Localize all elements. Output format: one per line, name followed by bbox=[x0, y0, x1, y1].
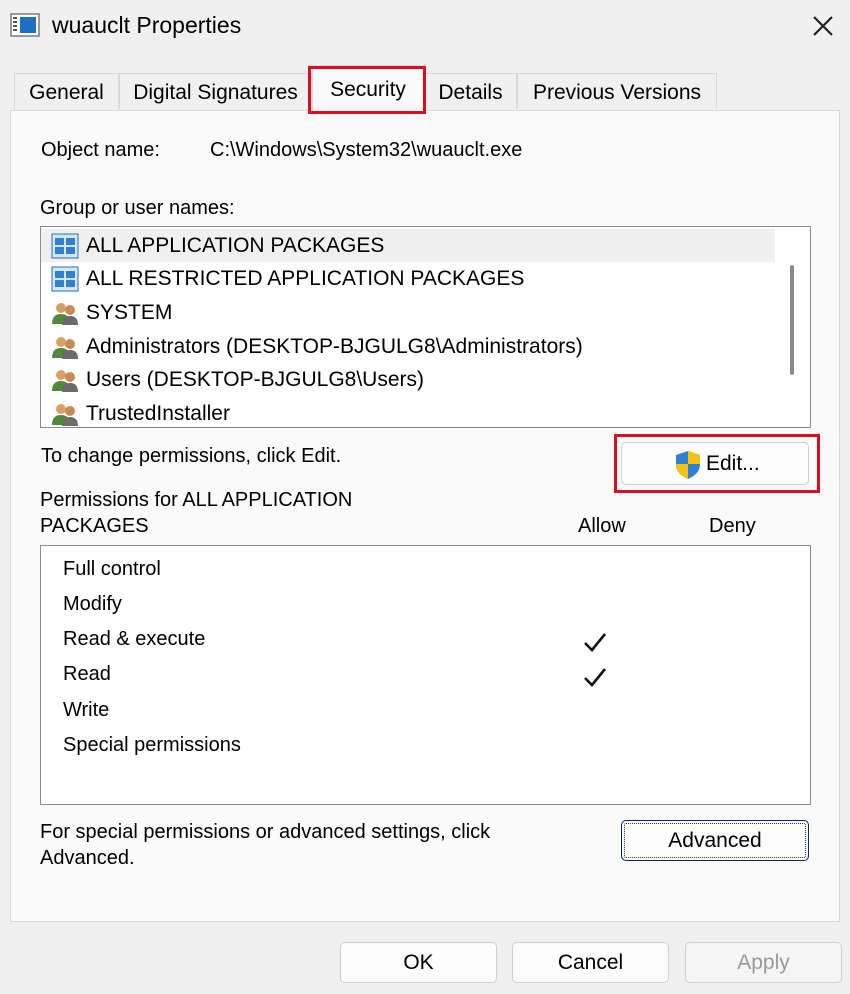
group-user-names-label: Group or user names: bbox=[40, 197, 235, 219]
users-group-icon bbox=[51, 401, 79, 427]
read-execute-allow-check-icon bbox=[581, 628, 609, 656]
apply-button[interactable]: Apply bbox=[685, 942, 842, 983]
advanced-hint-line1: For special permissions or advanced sett… bbox=[40, 821, 491, 843]
edit-button[interactable]: Edit... bbox=[621, 442, 809, 485]
users-group-icon bbox=[51, 300, 79, 326]
list-item-label: Users (DESKTOP-BJGULG8\Users) bbox=[86, 368, 424, 391]
tab-details[interactable]: Details bbox=[424, 73, 517, 109]
app-packages-icon bbox=[51, 233, 79, 259]
title-bar: wuauclt Properties bbox=[0, 0, 850, 52]
permission-special: Special permissions bbox=[63, 734, 241, 756]
app-packages-icon bbox=[51, 266, 79, 292]
allow-column-header: Allow bbox=[578, 515, 626, 537]
group-user-list[interactable]: ALL APPLICATION PACKAGES ALL RESTRICTED … bbox=[40, 226, 811, 428]
permission-full-control: Full control bbox=[63, 558, 161, 580]
tab-previous-versions[interactable]: Previous Versions bbox=[517, 73, 717, 109]
list-item-label: Administrators (DESKTOP-BJGULG8\Administ… bbox=[86, 335, 583, 358]
scrollbar-thumb[interactable] bbox=[790, 265, 794, 375]
list-item[interactable]: Users (DESKTOP-BJGULG8\Users) bbox=[41, 363, 775, 396]
cancel-button[interactable]: Cancel bbox=[512, 942, 669, 983]
list-item-label: ALL RESTRICTED APPLICATION PACKAGES bbox=[86, 267, 525, 290]
advanced-button[interactable]: Advanced bbox=[621, 820, 809, 861]
close-icon[interactable] bbox=[805, 8, 841, 44]
list-item[interactable]: ALL RESTRICTED APPLICATION PACKAGES bbox=[41, 262, 775, 295]
advanced-hint-line2: Advanced. bbox=[40, 847, 135, 869]
tab-general[interactable]: General bbox=[14, 73, 119, 109]
list-item-label: TrustedInstaller bbox=[86, 402, 230, 425]
permission-write: Write bbox=[63, 699, 110, 721]
users-group-icon bbox=[51, 334, 79, 360]
object-name-label: Object name: bbox=[41, 139, 160, 161]
permission-read: Read bbox=[63, 663, 111, 685]
ok-button[interactable]: OK bbox=[340, 942, 497, 983]
change-permissions-hint: To change permissions, click Edit. bbox=[41, 445, 342, 467]
object-name-value: C:\Windows\System32\wuauclt.exe bbox=[210, 139, 523, 161]
deny-column-header: Deny bbox=[709, 515, 756, 537]
list-item[interactable]: TrustedInstaller bbox=[41, 397, 775, 427]
permission-modify: Modify bbox=[63, 593, 122, 615]
tab-security[interactable]: Security bbox=[312, 65, 424, 111]
permissions-label-line2: PACKAGES bbox=[40, 515, 149, 537]
list-item-label: SYSTEM bbox=[86, 301, 173, 324]
read-allow-check-icon bbox=[581, 663, 609, 691]
properties-window-icon bbox=[10, 12, 40, 38]
uac-shield-icon bbox=[674, 450, 702, 480]
permissions-list: Full control Modify Read & execute Read … bbox=[40, 545, 811, 805]
permissions-label-line1: Permissions for ALL APPLICATION bbox=[40, 489, 353, 511]
list-item[interactable]: ALL APPLICATION PACKAGES bbox=[41, 229, 775, 262]
list-item[interactable]: SYSTEM bbox=[41, 296, 775, 329]
window-title: wuauclt Properties bbox=[52, 12, 242, 38]
list-item[interactable]: Administrators (DESKTOP-BJGULG8\Administ… bbox=[41, 330, 775, 363]
permission-read-execute: Read & execute bbox=[63, 628, 206, 650]
tab-digital-signatures[interactable]: Digital Signatures bbox=[119, 73, 312, 109]
list-item-label: ALL APPLICATION PACKAGES bbox=[86, 234, 385, 257]
list-scrollbar[interactable] bbox=[776, 227, 810, 427]
edit-button-label: Edit... bbox=[706, 452, 760, 475]
users-group-icon bbox=[51, 367, 79, 393]
